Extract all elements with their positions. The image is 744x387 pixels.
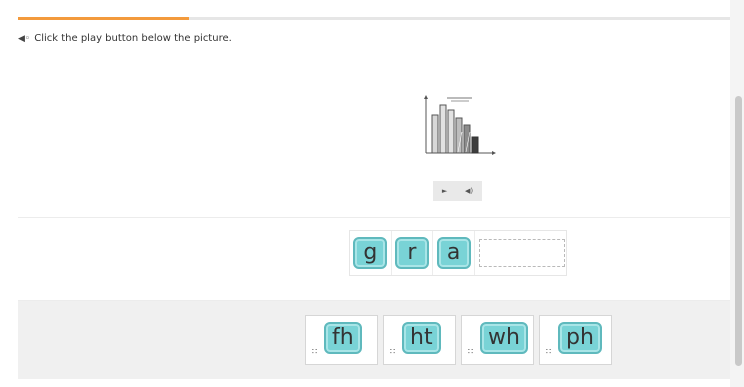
audio-icon[interactable]: ◀) bbox=[465, 187, 473, 195]
letter-tile[interactable]: g bbox=[353, 237, 388, 269]
drop-slot[interactable] bbox=[478, 239, 565, 267]
media-controls: ► ◀) bbox=[433, 181, 482, 201]
drag-handle-icon[interactable]: ∷ bbox=[546, 348, 551, 356]
answer-cell: a bbox=[433, 231, 475, 275]
choice-tile[interactable]: ∷ wh bbox=[461, 315, 534, 365]
drag-handle-icon[interactable]: ∷ bbox=[468, 348, 473, 356]
progress-fill bbox=[18, 17, 189, 20]
answer-cell: g bbox=[350, 231, 392, 275]
instruction: ◀◦ Click the play button below the pictu… bbox=[18, 33, 232, 44]
scrollbar-thumb[interactable] bbox=[735, 96, 742, 366]
letter-tile[interactable]: r bbox=[394, 237, 429, 269]
answer-row: g r a bbox=[349, 230, 567, 276]
exercise-page: ◀◦ Click the play button below the pictu… bbox=[0, 0, 744, 387]
letter-tile[interactable]: a bbox=[436, 237, 471, 269]
bar-graph-picture bbox=[420, 92, 500, 160]
choice-tile[interactable]: ∷ ph bbox=[539, 315, 612, 365]
answer-cell bbox=[475, 231, 566, 275]
progress-bar bbox=[18, 17, 730, 20]
choice-tile[interactable]: ∷ ht bbox=[383, 315, 456, 365]
choice-tile[interactable]: ∷ fh bbox=[305, 315, 378, 365]
drag-handle-icon[interactable]: ∷ bbox=[390, 348, 395, 356]
play-icon[interactable]: ► bbox=[442, 187, 447, 195]
instruction-text: Click the play button below the picture. bbox=[34, 33, 232, 44]
speaker-icon[interactable]: ◀◦ bbox=[18, 34, 30, 44]
choice-label[interactable]: wh bbox=[480, 322, 528, 354]
drag-handle-icon[interactable]: ∷ bbox=[312, 348, 317, 356]
choice-label[interactable]: ht bbox=[402, 322, 441, 354]
choice-label[interactable]: fh bbox=[324, 322, 362, 354]
choice-label[interactable]: ph bbox=[558, 322, 602, 354]
answer-cell: r bbox=[392, 231, 434, 275]
scrollbar[interactable] bbox=[730, 0, 744, 387]
